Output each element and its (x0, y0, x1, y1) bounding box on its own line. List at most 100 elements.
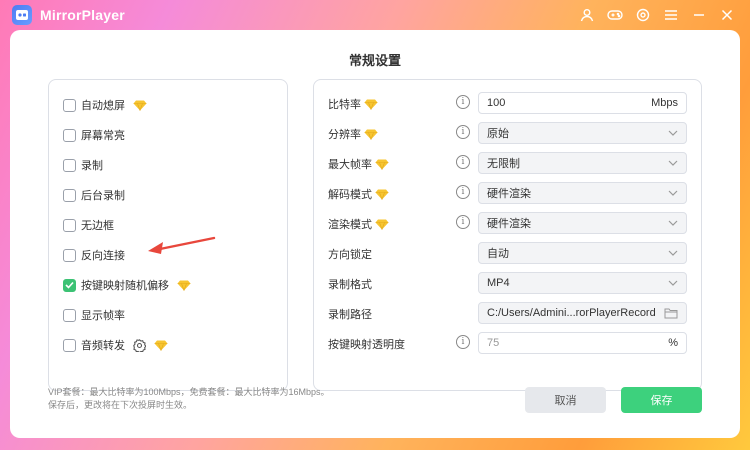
setting-record-format: 录制格式 MP4 (328, 272, 690, 294)
options-panel: 自动熄屏 屏幕常亮 录制 后台录制 无边框 反向连接 按键映射随机偏移 显示帧率… (48, 79, 288, 391)
max-fps-select[interactable]: 无限制 (478, 152, 687, 174)
record-path-value: C:/Users/Admini...rorPlayerRecord (487, 307, 656, 319)
checkbox[interactable] (63, 158, 76, 172)
setting-orientation-lock: 方向锁定 自动 (328, 242, 690, 264)
option-label: 录制 (81, 160, 103, 172)
setting-label: 录制路径 (328, 309, 372, 321)
setting-label: 解码模式 (328, 189, 372, 201)
settings-window: 常规设置 自动熄屏 屏幕常亮 录制 后台录制 无边框 反向连接 按键映射随机偏移… (10, 30, 740, 438)
bitrate-unit: Mbps (651, 97, 678, 109)
render-mode-select[interactable]: 硬件渲染 (478, 212, 687, 234)
render-mode-value: 硬件渲染 (487, 218, 531, 230)
menu-icon[interactable] (662, 6, 680, 24)
record-format-value: MP4 (487, 277, 510, 289)
setting-keymap-opacity: 按键映射透明度 i 75 % (328, 332, 690, 354)
resolution-select[interactable]: 原始 (478, 122, 687, 144)
settings-panel: 比特率 i 100 Mbps 分辨率 i 原始 最大帧率 i 无限制 解码模式 … (313, 79, 702, 391)
option-label: 无边框 (81, 220, 114, 232)
vip-diamond-icon (375, 219, 389, 230)
chevron-down-icon (668, 190, 678, 196)
footnote-line: VIP套餐：最大比特率为100Mbps，免费套餐：最大比特率为16Mbps。 (48, 387, 330, 397)
option-label: 反向连接 (81, 250, 125, 262)
option-auto-screen-off[interactable]: 自动熄屏 (63, 96, 147, 114)
setting-label: 分辨率 (328, 129, 361, 141)
app-logo-icon (12, 5, 32, 25)
decode-mode-select[interactable]: 硬件渲染 (478, 182, 687, 204)
bitrate-input[interactable]: 100 Mbps (478, 92, 687, 114)
chevron-down-icon (668, 220, 678, 226)
record-path-field[interactable]: C:/Users/Admini...rorPlayerRecord (478, 302, 687, 324)
option-show-fps[interactable]: 显示帧率 (63, 306, 125, 324)
setting-label: 录制格式 (328, 279, 372, 291)
max-fps-value: 无限制 (487, 158, 520, 170)
checkbox[interactable] (63, 218, 76, 232)
option-record[interactable]: 录制 (63, 156, 103, 174)
orientation-lock-value: 自动 (487, 248, 509, 260)
checkbox[interactable] (63, 128, 76, 142)
folder-icon[interactable] (664, 307, 678, 319)
checkbox[interactable] (63, 338, 76, 352)
setting-record-path: 录制路径 C:/Users/Admini...rorPlayerRecord (328, 302, 690, 324)
setting-label: 比特率 (328, 99, 361, 111)
option-borderless[interactable]: 无边框 (63, 216, 114, 234)
info-icon[interactable]: i (456, 95, 470, 109)
setting-bitrate: 比特率 i 100 Mbps (328, 92, 690, 114)
option-label: 后台录制 (81, 190, 125, 202)
setting-label: 渲染模式 (328, 219, 372, 231)
annotation-arrow-icon (148, 236, 216, 254)
vip-diamond-icon (177, 280, 191, 291)
option-label: 屏幕常亮 (81, 130, 125, 142)
option-audio-forward[interactable]: 音频转发 (63, 336, 168, 354)
checkbox[interactable] (63, 248, 76, 262)
save-button[interactable]: 保存 (621, 387, 702, 413)
title-bar: MirrorPlayer (0, 0, 750, 30)
option-screen-always-on[interactable]: 屏幕常亮 (63, 126, 125, 144)
keymap-opacity-input[interactable]: 75 % (478, 332, 687, 354)
decode-mode-value: 硬件渲染 (487, 188, 531, 200)
chevron-down-icon (668, 130, 678, 136)
checkbox[interactable] (63, 98, 76, 112)
option-background-record[interactable]: 后台录制 (63, 186, 125, 204)
minimize-icon[interactable] (690, 6, 708, 24)
gamepad-icon[interactable] (606, 6, 624, 24)
chevron-down-icon (668, 160, 678, 166)
info-icon[interactable]: i (456, 155, 470, 169)
chevron-down-icon (668, 280, 678, 286)
info-icon[interactable]: i (456, 125, 470, 139)
checkbox[interactable] (63, 308, 76, 322)
setting-resolution: 分辨率 i 原始 (328, 122, 690, 144)
close-icon[interactable] (718, 6, 736, 24)
setting-label: 方向锁定 (328, 249, 372, 261)
app-title: MirrorPlayer (40, 7, 125, 23)
keymap-opacity-unit: % (668, 337, 678, 349)
vip-diamond-icon (375, 189, 389, 200)
option-keymap-random-offset[interactable]: 按键映射随机偏移 (63, 276, 191, 294)
info-icon[interactable]: i (456, 185, 470, 199)
setting-max-fps: 最大帧率 i 无限制 (328, 152, 690, 174)
vip-diamond-icon (154, 340, 168, 351)
record-format-select[interactable]: MP4 (478, 272, 687, 294)
vip-diamond-icon (375, 159, 389, 170)
footnote-line: 保存后，更改将在下次投屏时生效。 (48, 400, 193, 410)
vip-diamond-icon (133, 100, 147, 111)
orientation-lock-select[interactable]: 自动 (478, 242, 687, 264)
resolution-value: 原始 (487, 128, 509, 140)
settings-icon[interactable] (634, 6, 652, 24)
option-label: 按键映射随机偏移 (81, 280, 169, 292)
keymap-opacity-value: 75 (487, 337, 500, 349)
user-icon[interactable] (578, 6, 596, 24)
info-icon[interactable]: i (456, 215, 470, 229)
window-controls (578, 6, 736, 24)
option-reverse-connection[interactable]: 反向连接 (63, 246, 125, 264)
info-icon[interactable]: i (456, 335, 470, 349)
setting-label: 按键映射透明度 (328, 339, 405, 351)
checkbox[interactable] (63, 188, 76, 202)
option-label: 显示帧率 (81, 310, 125, 322)
setting-label: 最大帧率 (328, 159, 372, 171)
checkbox[interactable] (63, 278, 76, 292)
setting-render-mode: 渲染模式 i 硬件渲染 (328, 212, 690, 234)
option-label: 音频转发 (81, 340, 125, 352)
gear-icon[interactable] (133, 338, 146, 352)
cancel-button[interactable]: 取消 (525, 387, 606, 413)
setting-decode-mode: 解码模式 i 硬件渲染 (328, 182, 690, 204)
